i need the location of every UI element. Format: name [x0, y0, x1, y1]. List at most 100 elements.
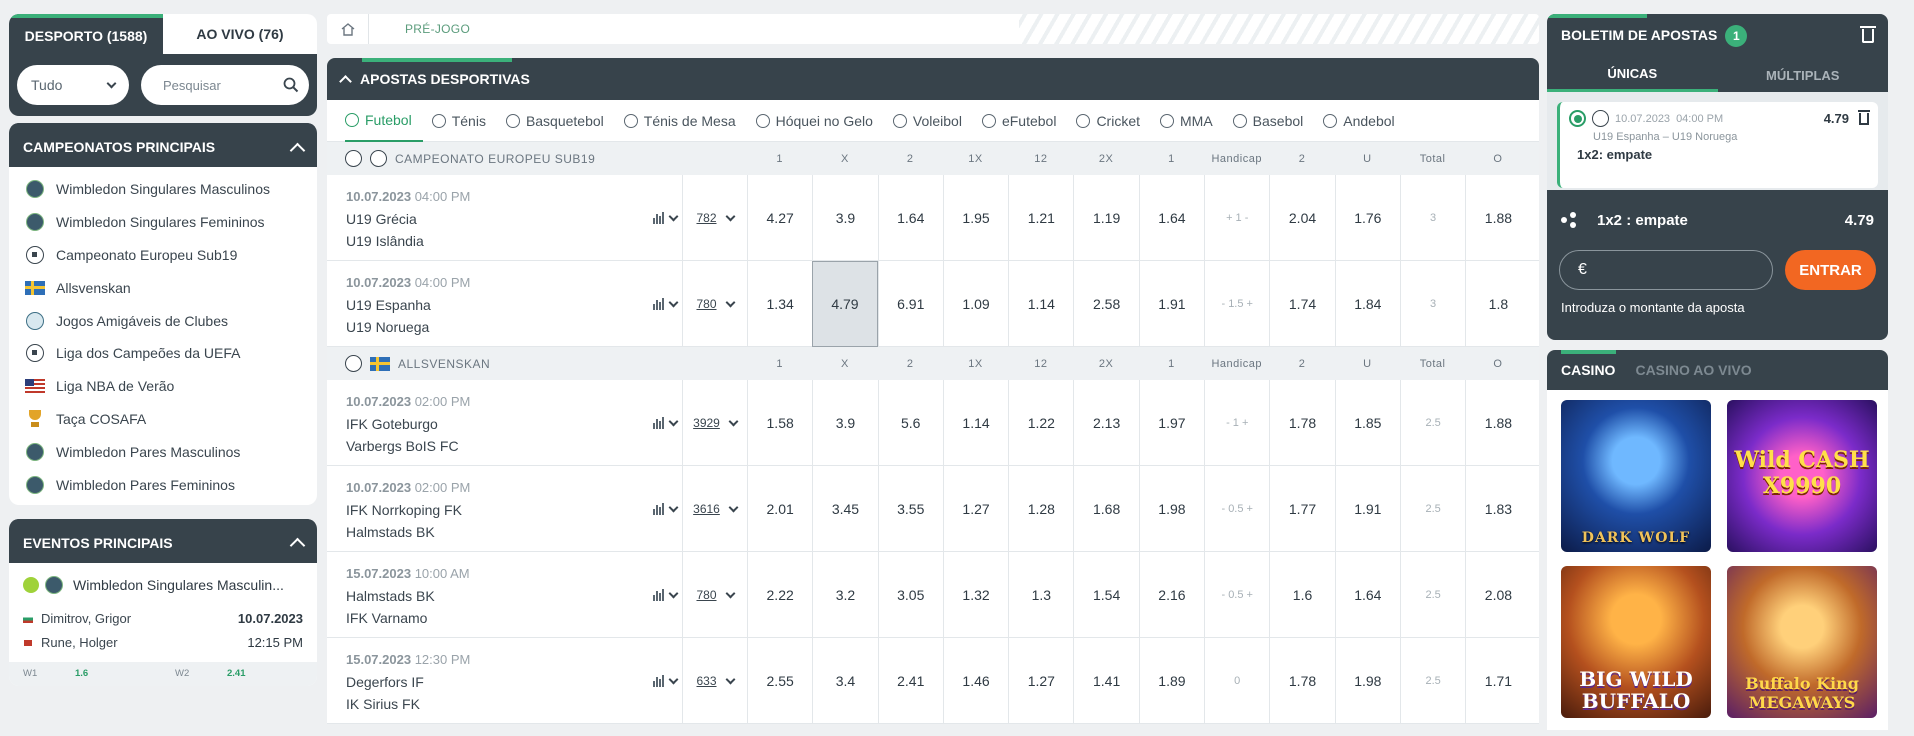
stats-button[interactable] — [647, 465, 683, 552]
championship-item[interactable]: Wimbledon Singulares Masculinos — [25, 173, 317, 206]
tab-tenis-de-mesa[interactable]: Ténis de Mesa — [623, 100, 747, 142]
chevron-up-icon[interactable] — [339, 74, 352, 88]
w2-odd[interactable]: 2.41 — [227, 668, 246, 679]
selected-radio[interactable] — [1569, 110, 1586, 127]
tab-tenis[interactable]: Ténis — [431, 100, 497, 142]
tab-ao-vivo[interactable]: AO VIVO (76) — [163, 14, 317, 54]
odd-cell[interactable]: 1.97 — [1138, 380, 1204, 466]
odd-cell[interactable]: 3.45 — [812, 466, 877, 552]
odd-cell[interactable]: 1.21 — [1008, 175, 1073, 261]
odd-cell[interactable]: 1.64 — [877, 175, 943, 261]
event-title-row[interactable]: Wimbledon Singulares Masculin... — [9, 563, 317, 607]
championship-item[interactable]: Campeonato Europeu Sub19 — [25, 239, 317, 272]
odd-cell[interactable]: 1.98 — [1138, 466, 1204, 552]
more-markets-link[interactable]: 3929 — [683, 380, 747, 466]
odd-cell[interactable]: 4.79 — [812, 261, 878, 347]
tab-casino-ao-vivo[interactable]: CASINO AO VIVO — [1635, 362, 1751, 378]
stats-button[interactable] — [647, 379, 683, 466]
championships-header[interactable]: CAMPEONATOS PRINCIPAIS — [9, 123, 317, 167]
odd-cell[interactable]: 1.77 — [1269, 466, 1334, 552]
odd-cell[interactable]: 1.64 — [1334, 552, 1400, 638]
odd-cell[interactable]: 2.04 — [1269, 175, 1334, 261]
trash-icon[interactable] — [1860, 26, 1876, 43]
odd-cell[interactable]: 1.88 — [1465, 175, 1530, 261]
odd-cell[interactable]: 2.16 — [1138, 552, 1204, 638]
odd-cell[interactable]: 1.14 — [942, 380, 1008, 466]
chevron-down-icon[interactable] — [668, 588, 678, 598]
more-markets-link[interactable]: 782 — [683, 175, 747, 261]
odd-cell[interactable]: 4.27 — [747, 175, 812, 261]
sports-betting-header[interactable]: APOSTAS DESPORTIVAS — [327, 58, 1539, 100]
stats-button[interactable] — [647, 260, 683, 347]
chevron-down-icon[interactable] — [668, 297, 678, 307]
tab-andebol[interactable]: Andebol — [1323, 100, 1405, 142]
home-icon[interactable] — [327, 14, 369, 44]
odd-cell[interactable]: 2.08 — [1465, 552, 1530, 638]
odd-cell[interactable]: 1.76 — [1334, 175, 1400, 261]
chevron-down-icon[interactable] — [668, 416, 678, 426]
tab-multiplas[interactable]: MÚLTIPLAS — [1718, 58, 1889, 92]
enter-button[interactable]: ENTRAR — [1785, 250, 1876, 290]
match-info[interactable]: 10.07.2023 02:00 PM IFK Norrkoping FK Halm… — [327, 466, 647, 551]
odd-cell[interactable]: 2.58 — [1073, 261, 1138, 347]
championship-item[interactable]: Wimbledon Pares Masculinos — [25, 435, 317, 468]
championship-item[interactable]: Taça COSAFA — [25, 403, 317, 436]
odd-cell[interactable]: 1.46 — [942, 638, 1008, 724]
odd-cell[interactable]: 1.28 — [1008, 466, 1073, 552]
more-markets-link[interactable]: 3616 — [683, 466, 747, 552]
odd-cell[interactable]: 1.27 — [942, 466, 1008, 552]
game-tile-big-wild-buffalo[interactable]: BIG WILD BUFFALO — [1561, 566, 1711, 718]
odd-cell[interactable]: 3.05 — [877, 552, 943, 638]
chevron-up-icon[interactable] — [289, 142, 306, 158]
breadcrumb-current[interactable]: PRÉ-JOGO — [369, 22, 470, 36]
w1-odd[interactable]: 1.6 — [75, 668, 175, 679]
game-tile-wild-cash[interactable]: Wild CASH X9990 — [1727, 400, 1877, 552]
odd-cell[interactable]: 1.68 — [1073, 466, 1138, 552]
tab-cricket[interactable]: Cricket — [1076, 100, 1151, 142]
stake-input[interactable]: € — [1559, 250, 1773, 290]
odd-cell[interactable]: 3.4 — [812, 638, 877, 724]
odd-cell[interactable]: 1.91 — [1138, 261, 1204, 347]
odd-cell[interactable]: 1.78 — [1269, 638, 1334, 724]
league-header[interactable]: ALLSVENSKAN 1 X 2 1X 12 2X 1 Handicap 2 U Total O — [327, 347, 1539, 380]
league-header[interactable]: CAMPEONATO EUROPEU SUB19 1 X 2 1X 12 2X 1 Handic… — [327, 142, 1539, 175]
odd-cell[interactable]: 1.71 — [1465, 638, 1530, 724]
stats-button[interactable] — [647, 551, 683, 638]
odd-cell[interactable]: 1.84 — [1334, 261, 1400, 347]
share-icon[interactable] — [1561, 212, 1577, 228]
top-events-header[interactable]: EVENTOS PRINCIPAIS — [9, 518, 317, 563]
odd-cell[interactable]: 1.89 — [1138, 638, 1204, 724]
sport-filter-select[interactable]: Tudo — [17, 65, 129, 105]
odd-cell[interactable]: 1.98 — [1334, 638, 1400, 724]
odd-cell[interactable]: 1.3 — [1008, 552, 1073, 638]
odd-cell[interactable]: 1.09 — [942, 261, 1008, 347]
championship-item[interactable]: Jogos Amigáveis de Clubes — [25, 304, 317, 337]
tab-futebol[interactable]: Futebol — [345, 100, 423, 142]
odd-cell[interactable]: 3.2 — [812, 552, 877, 638]
odd-cell[interactable]: 1.95 — [942, 175, 1008, 261]
chevron-down-icon[interactable] — [668, 211, 678, 221]
stats-button[interactable] — [647, 637, 683, 724]
odd-cell[interactable]: 1.91 — [1334, 466, 1400, 552]
chevron-down-icon[interactable] — [668, 502, 678, 512]
odd-cell[interactable]: 5.6 — [877, 380, 943, 466]
odd-cell[interactable]: 1.14 — [1008, 261, 1073, 347]
tab-voleibol[interactable]: Voleibol — [892, 100, 973, 142]
stats-button[interactable] — [647, 174, 683, 261]
tab-mma[interactable]: MMA — [1160, 100, 1224, 142]
match-info[interactable]: 10.07.2023 04:00 PM U19 Grécia U19 Islândi… — [327, 175, 647, 260]
match-info[interactable]: 10.07.2023 04:00 PM U19 Espanha U19 Norueg… — [327, 261, 647, 346]
championship-item[interactable]: Liga dos Campeões da UEFA — [25, 337, 317, 370]
odd-cell[interactable]: 2.01 — [747, 466, 812, 552]
odd-cell[interactable]: 2.41 — [877, 638, 943, 724]
game-tile-buffalo-king[interactable]: Buffalo King MEGAWAYS — [1727, 566, 1877, 718]
championship-item[interactable]: Allsvenskan — [25, 271, 317, 304]
odd-cell[interactable]: 1.85 — [1334, 380, 1400, 466]
odd-cell[interactable]: 2.13 — [1073, 380, 1138, 466]
odd-cell[interactable]: 1.74 — [1269, 261, 1334, 347]
tab-desporto[interactable]: DESPORTO (1588) — [9, 14, 163, 54]
odd-cell[interactable]: 1.27 — [1008, 638, 1073, 724]
championship-item[interactable]: Liga NBA de Verão — [25, 370, 317, 403]
odd-cell[interactable]: 3.55 — [877, 466, 943, 552]
search-input[interactable]: Pesquisar — [141, 65, 309, 105]
